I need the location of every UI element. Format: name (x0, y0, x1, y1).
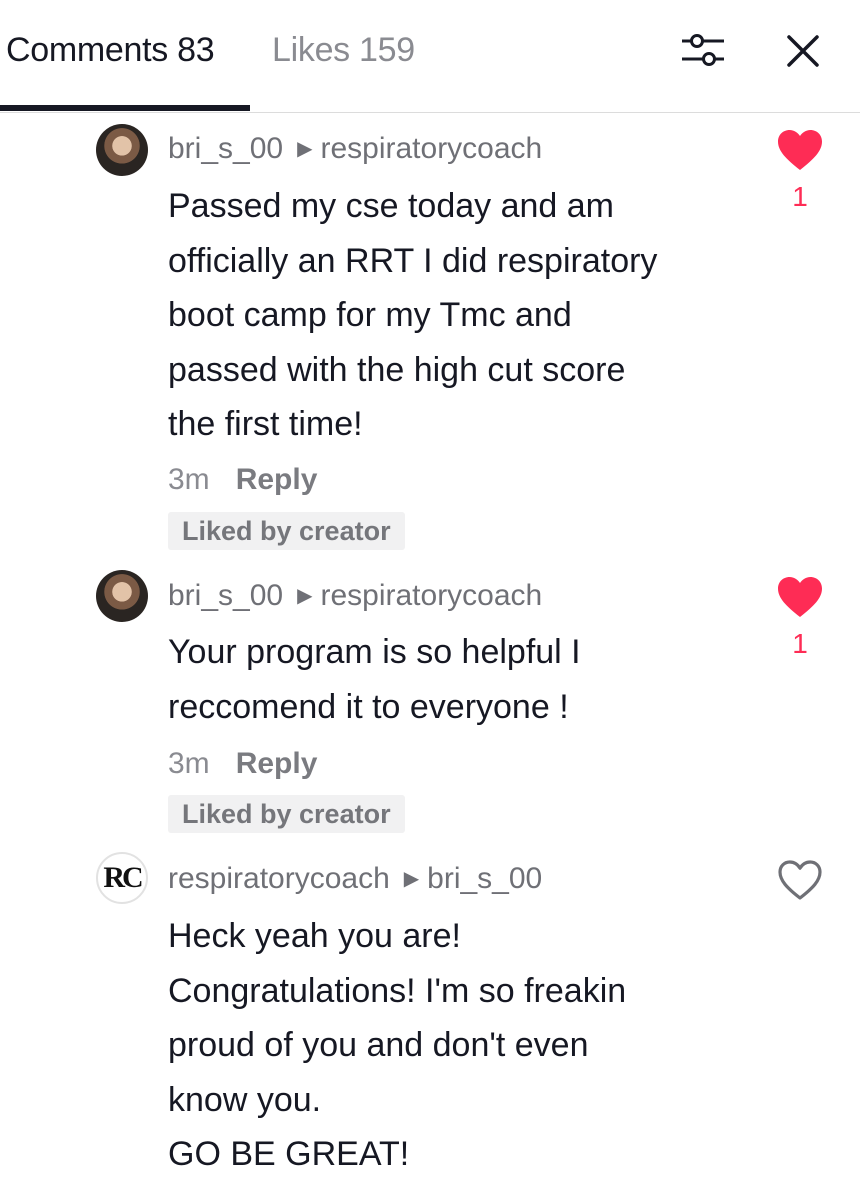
comment-author[interactable]: bri_s_00 (168, 579, 283, 612)
comment-text-line: reccomend it to everyone ! (168, 687, 569, 726)
comment-text: Passed my cse today and am officially an… (168, 179, 768, 452)
comment-text-line: officially an RRT I did respiratory (168, 241, 658, 280)
active-tab-indicator (0, 105, 250, 111)
reply-arrow-icon: ▶ (297, 585, 313, 607)
comment-text-line: Congratulations! I'm so freakin (168, 971, 627, 1010)
comment-text-line: passed with the high cut score (168, 350, 626, 389)
heart-outline-icon[interactable] (776, 858, 824, 902)
comment-timestamp: 3m (168, 463, 210, 496)
filter-icon[interactable] (680, 30, 726, 70)
liked-by-creator-badge: Liked by creator (168, 512, 405, 550)
close-icon[interactable] (786, 34, 820, 68)
reply-button[interactable]: Reply (236, 463, 318, 496)
reply-to-user[interactable]: respiratorycoach (320, 132, 542, 165)
heart-filled-icon[interactable] (776, 128, 824, 172)
reply-arrow-icon: ▶ (403, 868, 420, 890)
comment-text: Heck yeah you are! Congratulations! I'm … (168, 909, 768, 1182)
comment-text-line: boot camp for my Tmc and (168, 296, 572, 334)
comment-footer: 3m Reply (168, 462, 317, 498)
comment-author[interactable]: respiratorycoach (168, 862, 390, 895)
comment-footer: 3m Reply (168, 746, 317, 782)
avatar[interactable]: RC (96, 852, 148, 904)
avatar[interactable] (96, 570, 148, 622)
comment-author[interactable]: bri_s_00 (168, 132, 283, 165)
avatar[interactable] (96, 124, 148, 176)
like-count: 1 (792, 628, 808, 659)
comment-text-line: the first time! (168, 405, 363, 443)
liked-by-creator-badge: Liked by creator (168, 795, 405, 833)
comment-text-line: proud of you and don't even (168, 1026, 589, 1064)
comments-header: Comments 83 Likes 159 (0, 0, 860, 113)
comment-text-line: GO BE GREAT! (168, 1135, 410, 1173)
like-count: 1 (792, 181, 808, 212)
reply-to-user[interactable]: bri_s_00 (427, 862, 542, 895)
tab-likes[interactable]: Likes 159 (272, 30, 415, 70)
comment-text-line: Heck yeah you are! (168, 917, 461, 955)
reply-button[interactable]: Reply (236, 747, 318, 780)
reply-to-user[interactable]: respiratorycoach (320, 579, 542, 612)
comment-text-line: Your program is so helpful I (168, 633, 581, 671)
comment-meta: bri_s_00 ▶ respiratorycoach (168, 578, 542, 614)
comment-meta: bri_s_00 ▶ respiratorycoach (168, 131, 542, 167)
tab-comments[interactable]: Comments 83 (6, 30, 215, 70)
heart-filled-icon[interactable] (776, 575, 824, 619)
comment-text-line: know you. (168, 1080, 322, 1119)
comment-text: Your program is so helpful I reccomend i… (168, 625, 768, 734)
comment-meta: respiratorycoach ▶ bri_s_00 (168, 861, 542, 897)
comment-timestamp: 3m (168, 747, 210, 780)
comment-text-line: Passed my cse today and am (168, 187, 615, 225)
reply-arrow-icon: ▶ (297, 138, 313, 160)
